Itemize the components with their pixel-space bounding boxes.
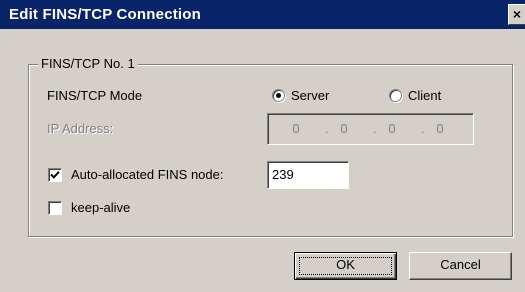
radio-selected-dot (276, 93, 281, 98)
close-icon[interactable]: × (508, 4, 525, 25)
ip-separator: . (421, 121, 425, 136)
server-radio-label[interactable]: Server (291, 88, 329, 104)
ip-octet-3[interactable]: 0 (378, 121, 406, 137)
auto-allocated-checkbox[interactable] (48, 168, 62, 182)
ip-address-field[interactable]: 0 . 0 . 0 . 0 (267, 113, 474, 145)
dialog-title: Edit FINS/TCP Connection (9, 6, 202, 23)
ok-button[interactable]: OK (294, 252, 397, 280)
client-radio[interactable] (389, 89, 402, 102)
server-radio[interactable] (272, 89, 285, 102)
ip-octet-2[interactable]: 0 (330, 121, 358, 137)
ip-separator: . (373, 121, 377, 136)
ip-address-label: IP Address: (47, 121, 114, 136)
ip-octet-4[interactable]: 0 (426, 121, 454, 137)
edit-fins-tcp-dialog: Edit FINS/TCP Connection × FINS/TCP No. … (0, 0, 525, 292)
cancel-button[interactable]: Cancel (409, 252, 512, 280)
fins-tcp-mode-label: FINS/TCP Mode (47, 88, 143, 103)
ip-separator: . (325, 121, 329, 136)
auto-allocated-label[interactable]: Auto-allocated FINS node: (71, 167, 223, 183)
ok-button-label: OK (336, 257, 355, 272)
keep-alive-checkbox[interactable] (48, 201, 62, 215)
checkmark-icon (50, 171, 60, 179)
cancel-button-label: Cancel (440, 257, 481, 272)
fins-node-input[interactable]: 239 (267, 161, 349, 189)
keep-alive-label[interactable]: keep-alive (71, 200, 130, 216)
client-radio-label[interactable]: Client (408, 88, 441, 104)
ip-octet-1[interactable]: 0 (282, 121, 310, 137)
groupbox-legend: FINS/TCP No. 1 (38, 56, 138, 72)
title-bar[interactable]: Edit FINS/TCP Connection × (0, 0, 525, 29)
